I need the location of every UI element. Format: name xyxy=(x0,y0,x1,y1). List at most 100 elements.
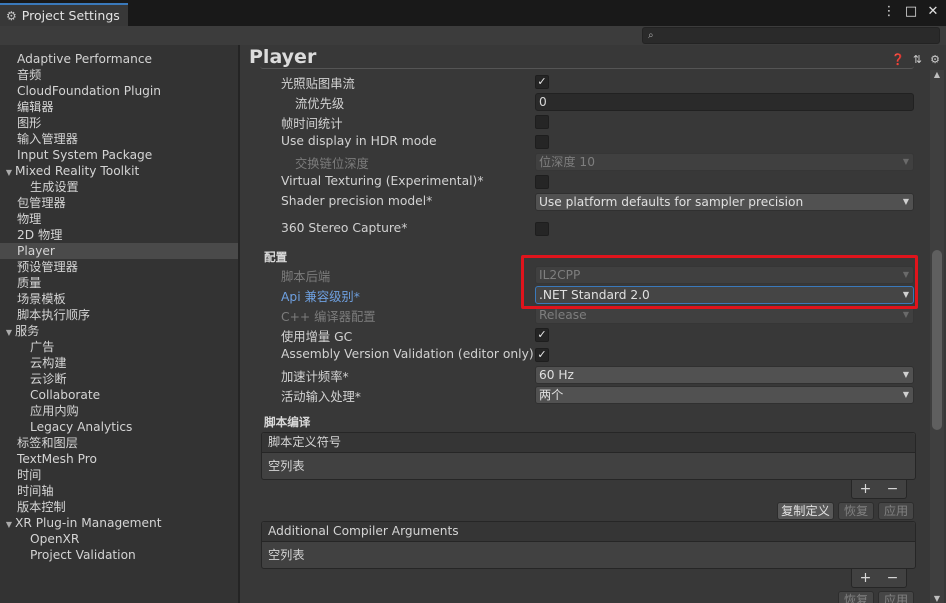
sidebar-item[interactable]: ▼ XR Plug-in Management xyxy=(0,515,238,531)
vertical-scrollbar[interactable]: ▲ ▼ xyxy=(930,70,944,603)
sidebar-item[interactable]: 音频 xyxy=(0,67,238,83)
menu-icon[interactable]: ⋮ xyxy=(882,4,896,19)
sidebar-item-label: 脚本执行顺序 xyxy=(17,308,91,322)
sidebar-item[interactable]: 预设管理器 xyxy=(0,259,238,275)
sidebar-item[interactable]: 应用内购 xyxy=(0,403,238,419)
frame-timing-checkbox[interactable] xyxy=(535,115,549,129)
lightmap-streaming-checkbox[interactable]: ✓ xyxy=(535,75,549,89)
header-icons: ❓ ⇅ ⚙ xyxy=(891,53,940,66)
sidebar-item[interactable]: 版本控制 xyxy=(0,499,238,515)
sidebar-item-label: 应用内购 xyxy=(30,404,79,418)
sidebar-item[interactable]: 图形 xyxy=(0,115,238,131)
sidebar-item[interactable]: Project Validation xyxy=(0,547,238,563)
hdr-display-checkbox[interactable] xyxy=(535,135,549,149)
sidebar-item[interactable]: 2D 物理 xyxy=(0,227,238,243)
sidebar-item[interactable]: Collaborate xyxy=(0,387,238,403)
sidebar-item-label: TextMesh Pro xyxy=(17,452,97,466)
sidebar-item-label: 图形 xyxy=(17,116,42,130)
chevron-down-icon: ▼ xyxy=(902,390,909,399)
frame-timing-label: 帧时间统计 xyxy=(281,117,343,131)
sidebar-item-label: 场景模板 xyxy=(17,292,66,306)
sidebar-item[interactable]: CloudFoundation Plugin xyxy=(0,83,238,99)
hdr-display-label: Use display in HDR mode xyxy=(281,134,437,148)
sidebar-item[interactable]: 包管理器 xyxy=(0,195,238,211)
accelerometer-label: 加速计频率* xyxy=(281,370,349,384)
scroll-down-icon[interactable]: ▼ xyxy=(930,594,944,603)
highlight-box xyxy=(521,255,918,309)
script-compile-heading: 脚本编译 xyxy=(264,415,311,429)
virtual-texturing-label: Virtual Texturing (Experimental)* xyxy=(281,174,484,188)
revert-button[interactable]: 恢复 xyxy=(838,591,874,603)
sidebar-item[interactable]: 场景模板 xyxy=(0,291,238,307)
plus-icon[interactable]: + xyxy=(860,570,872,586)
sidebar-item[interactable]: Legacy Analytics xyxy=(0,419,238,435)
minus-icon[interactable]: − xyxy=(887,481,899,497)
sidebar-item[interactable]: 脚本执行顺序 xyxy=(0,307,238,323)
project-settings-tab[interactable]: ⚙ Project Settings xyxy=(0,3,128,26)
sidebar-item-label: 编辑器 xyxy=(17,100,54,114)
search-input[interactable]: ⌕ xyxy=(642,27,940,44)
close-icon[interactable]: ✕ xyxy=(926,4,940,19)
assembly-validation-label: Assembly Version Validation (editor only… xyxy=(281,347,534,361)
sidebar-item[interactable]: Adaptive Performance xyxy=(0,51,238,67)
sidebar-item[interactable]: 输入管理器 xyxy=(0,131,238,147)
sidebar-item[interactable]: 质量 xyxy=(0,275,238,291)
streaming-priority-field[interactable]: 0 xyxy=(535,93,914,111)
gear-icon: ⚙ xyxy=(6,8,17,23)
shader-precision-dropdown[interactable]: Use platform defaults for sampler precis… xyxy=(535,193,914,211)
apply-button[interactable]: 应用 xyxy=(878,591,914,603)
plus-icon[interactable]: + xyxy=(860,481,872,497)
api-compat-label: Api 兼容级别* xyxy=(281,290,360,304)
player-settings-panel: Player ❓ ⇅ ⚙ 光照贴图串流 ✓ 流优先级 0 帧时间统计 Use d… xyxy=(240,45,946,603)
sidebar-item-label: Input System Package xyxy=(17,148,153,162)
sidebar-item-label: 时间 xyxy=(17,468,42,482)
revert-button[interactable]: 恢复 xyxy=(838,502,874,520)
sidebar-item[interactable]: Player xyxy=(0,243,238,259)
sidebar-item-label: 物理 xyxy=(17,212,42,226)
incremental-gc-checkbox[interactable]: ✓ xyxy=(535,328,549,342)
maximize-icon[interactable]: □ xyxy=(904,4,918,19)
section-border xyxy=(260,66,914,69)
sidebar-item[interactable]: 物理 xyxy=(0,211,238,227)
accelerometer-dropdown[interactable]: 60 Hz ▼ xyxy=(535,366,914,384)
settings-gear-icon[interactable]: ⚙ xyxy=(930,53,940,66)
active-input-dropdown[interactable]: 两个 ▼ xyxy=(535,386,914,404)
tab-title: Project Settings xyxy=(21,8,120,23)
copy-defines-button[interactable]: 复制定义 xyxy=(777,502,834,520)
stereo-capture-checkbox[interactable] xyxy=(535,222,549,236)
minus-icon[interactable]: − xyxy=(887,570,899,586)
sidebar-item-label: CloudFoundation Plugin xyxy=(17,84,162,98)
sidebar-item[interactable]: 时间轴 xyxy=(0,483,238,499)
sidebar-item[interactable]: 编辑器 xyxy=(0,99,238,115)
sidebar-item[interactable]: ▼ 服务 xyxy=(0,323,238,339)
sidebar-item[interactable]: TextMesh Pro xyxy=(0,451,238,467)
sidebar-item[interactable]: 云构建 xyxy=(0,355,238,371)
define-symbols-list: 脚本定义符号 空列表 xyxy=(261,432,916,480)
sidebar-item[interactable]: ▼ Mixed Reality Toolkit xyxy=(0,163,238,179)
window-controls: ⋮ □ ✕ xyxy=(882,4,940,19)
scrollbar-thumb[interactable] xyxy=(932,250,942,430)
chevron-down-icon: ▼ xyxy=(902,197,909,206)
lightmap-streaming-label: 光照贴图串流 xyxy=(281,77,355,91)
sidebar-item[interactable]: 生成设置 xyxy=(0,179,238,195)
assembly-validation-checkbox[interactable]: ✓ xyxy=(535,348,549,362)
sidebar-item-label: 版本控制 xyxy=(17,500,66,514)
preset-icon[interactable]: ⇅ xyxy=(913,53,922,66)
sidebar-item[interactable]: 标签和图层 xyxy=(0,435,238,451)
sidebar-item[interactable]: 时间 xyxy=(0,467,238,483)
sidebar-item[interactable]: OpenXR xyxy=(0,531,238,547)
sidebar-item[interactable]: 广告 xyxy=(0,339,238,355)
sidebar-item[interactable]: 云诊断 xyxy=(0,371,238,387)
sidebar-item-label: 服务 xyxy=(15,324,40,338)
chevron-down-icon: ▼ xyxy=(902,310,909,319)
search-icon: ⌕ xyxy=(648,30,654,41)
shader-precision-label: Shader precision model* xyxy=(281,194,433,208)
virtual-texturing-checkbox[interactable] xyxy=(535,175,549,189)
apply-button[interactable]: 应用 xyxy=(878,502,914,520)
sidebar-item-label: 云诊断 xyxy=(30,372,67,386)
help-icon[interactable]: ❓ xyxy=(891,53,905,66)
sidebar-item[interactable]: Input System Package xyxy=(0,147,238,163)
scroll-up-icon[interactable]: ▲ xyxy=(930,70,944,79)
compiler-args-header: Additional Compiler Arguments xyxy=(262,522,915,542)
config-section-heading: 配置 xyxy=(264,250,288,264)
